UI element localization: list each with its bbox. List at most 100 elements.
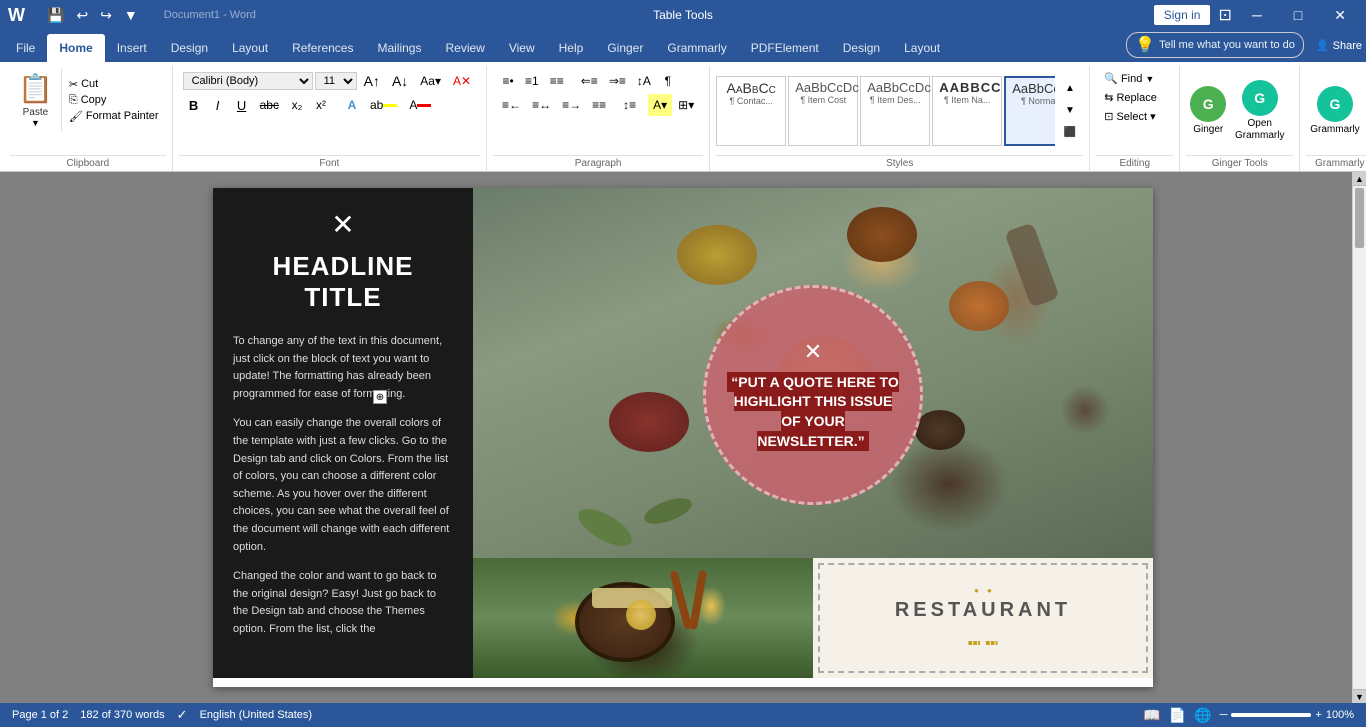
- scroll-down-arrow[interactable]: ▼: [1353, 689, 1366, 703]
- tab-insert[interactable]: Insert: [105, 34, 159, 62]
- multilevel-list-button[interactable]: ≡≡: [545, 70, 569, 92]
- paragraph-group-label[interactable]: Paragraph: [493, 155, 703, 171]
- format-painter-button[interactable]: 🖌 Format Painter: [66, 109, 162, 124]
- decrease-font-button[interactable]: A↓: [387, 70, 413, 92]
- replace-button[interactable]: ⇆ Replace: [1100, 89, 1161, 106]
- document-scroll-area[interactable]: ⊕ ✕ HEADLINE TITLE To change any of the …: [0, 172, 1366, 703]
- tab-view[interactable]: View: [497, 34, 547, 62]
- editing-group-label[interactable]: Editing: [1096, 155, 1173, 171]
- quote-text[interactable]: “PUT A QUOTE HERE TO HIGHLIGHT THIS ISSU…: [726, 373, 900, 451]
- superscript-button[interactable]: x²: [310, 94, 332, 116]
- tab-layout[interactable]: Layout: [220, 34, 280, 62]
- scroll-up-arrow[interactable]: ▲: [1353, 172, 1366, 186]
- restaurant-name[interactable]: RESTAURANT: [895, 599, 1071, 622]
- style-item-normal[interactable]: AaBbCcDc ¶ Normal: [1004, 76, 1055, 146]
- styles-scroll-up[interactable]: ▲: [1059, 78, 1081, 100]
- restore-ribbon-button[interactable]: ⊡: [1218, 5, 1231, 25]
- italic-button[interactable]: I: [207, 94, 229, 116]
- tab-home[interactable]: Home: [47, 34, 104, 62]
- underline-button[interactable]: U: [231, 94, 253, 116]
- tab-review[interactable]: Review: [433, 34, 496, 62]
- grammarly-icon[interactable]: G: [1317, 86, 1353, 122]
- decrease-indent-button[interactable]: ⇐≡: [576, 70, 603, 92]
- style-item-des[interactable]: AaBbCcDc ¶ Item Des...: [860, 76, 930, 146]
- ginger-icon[interactable]: G: [1190, 86, 1226, 122]
- zoom-out-button[interactable]: ─: [1220, 709, 1228, 721]
- font-family-select[interactable]: Calibri (Body): [183, 72, 313, 90]
- tab-mailings[interactable]: Mailings: [365, 34, 433, 62]
- bold-button[interactable]: B: [183, 94, 205, 116]
- proofing-icon[interactable]: ✓: [177, 707, 188, 723]
- style-item-name[interactable]: AABBCC ¶ Item Na...: [932, 76, 1002, 146]
- tell-me-box[interactable]: 💡 Tell me what you want to do: [1126, 32, 1304, 58]
- read-mode-icon[interactable]: 📖: [1143, 707, 1160, 724]
- change-case-button[interactable]: Aa▾: [415, 70, 446, 92]
- body-text-1[interactable]: To change any of the text in this docume…: [233, 333, 453, 403]
- align-left-button[interactable]: ≡←: [497, 94, 526, 116]
- table-move-handle[interactable]: ⊕: [373, 390, 387, 404]
- minimize-button[interactable]: ─: [1240, 3, 1274, 27]
- vertical-scrollbar[interactable]: ▲ ▼: [1352, 172, 1366, 703]
- styles-scroll-down[interactable]: ▼: [1059, 100, 1081, 122]
- font-size-select[interactable]: 11: [315, 72, 357, 90]
- tab-layout2[interactable]: Layout: [892, 34, 952, 62]
- tab-help[interactable]: Help: [547, 34, 596, 62]
- styles-group-label[interactable]: Styles: [716, 155, 1083, 171]
- align-right-button[interactable]: ≡→: [557, 94, 586, 116]
- paste-dropdown-arrow[interactable]: ▼: [31, 118, 40, 128]
- text-effects-button[interactable]: A: [341, 94, 363, 116]
- cut-button[interactable]: ✂ Cut: [66, 77, 162, 92]
- print-layout-icon[interactable]: 📄: [1169, 707, 1186, 724]
- tab-references[interactable]: References: [280, 34, 365, 62]
- font-color-button[interactable]: A: [404, 94, 436, 116]
- undo-button[interactable]: ↩: [72, 5, 92, 26]
- subscript-button[interactable]: x₂: [286, 94, 308, 116]
- tab-pdfelement[interactable]: PDFElement: [739, 34, 831, 62]
- style-item-contact[interactable]: AaBbCc ¶ Contac...: [716, 76, 786, 146]
- sort-button[interactable]: ↕A: [632, 70, 656, 92]
- copy-button[interactable]: ⎘ Copy: [66, 93, 162, 108]
- strikethrough-button[interactable]: abc: [255, 94, 284, 116]
- sign-in-button[interactable]: Sign in: [1154, 5, 1211, 25]
- web-layout-icon[interactable]: 🌐: [1194, 707, 1211, 724]
- select-button[interactable]: ⊡ Select ▾: [1100, 108, 1159, 125]
- paste-button[interactable]: 📋 Paste ▼: [10, 68, 62, 132]
- body-text-3[interactable]: Changed the color and want to go back to…: [233, 568, 453, 638]
- font-group-label[interactable]: Font: [179, 155, 480, 171]
- find-dropdown[interactable]: ▼: [1145, 74, 1154, 84]
- tab-ginger[interactable]: Ginger: [595, 34, 655, 62]
- line-spacing-button[interactable]: ↕≡: [618, 94, 641, 116]
- language[interactable]: English (United States): [200, 709, 313, 721]
- find-button[interactable]: 🔍 Find ▼: [1100, 70, 1158, 87]
- scroll-thumb[interactable]: [1355, 188, 1364, 248]
- bullets-button[interactable]: ≡•: [497, 70, 519, 92]
- style-item-cost[interactable]: AaBbCcDc ¶ Item Cost: [788, 76, 858, 146]
- open-grammarly-btn[interactable]: G Open Grammarly: [1230, 80, 1289, 142]
- body-text-2[interactable]: You can easily change the overall colors…: [233, 415, 453, 556]
- zoom-in-button[interactable]: +: [1315, 709, 1321, 721]
- ginger-group-label[interactable]: Ginger Tools: [1186, 155, 1293, 171]
- tab-design2[interactable]: Design: [831, 34, 892, 62]
- close-button[interactable]: ✕: [1322, 3, 1358, 28]
- shading-button[interactable]: A▾: [648, 94, 672, 116]
- save-button[interactable]: 💾: [43, 5, 68, 26]
- justify-button[interactable]: ≡≡: [587, 94, 611, 116]
- maximize-button[interactable]: □: [1282, 3, 1314, 27]
- share-button[interactable]: 👤 Share: [1316, 39, 1362, 52]
- styles-more-button[interactable]: ⬛: [1059, 122, 1081, 144]
- grammarly-group-label[interactable]: Grammarly: [1306, 155, 1366, 171]
- redo-button[interactable]: ↪: [96, 5, 116, 26]
- headline-title[interactable]: HEADLINE TITLE: [233, 251, 453, 313]
- clipboard-group-label[interactable]: Clipboard: [10, 155, 166, 171]
- borders-button[interactable]: ⊞▾: [673, 94, 699, 116]
- clear-formatting-button[interactable]: A✕: [448, 70, 476, 92]
- tab-design[interactable]: Design: [159, 34, 220, 62]
- increase-font-button[interactable]: A↑: [359, 70, 385, 92]
- tab-file[interactable]: File: [4, 34, 47, 62]
- increase-indent-button[interactable]: ⇒≡: [604, 70, 631, 92]
- zoom-slider[interactable]: [1231, 713, 1311, 717]
- show-formatting-button[interactable]: ¶: [657, 70, 679, 92]
- customize-qa-button[interactable]: ▼: [120, 5, 142, 25]
- align-center-button[interactable]: ≡↔: [527, 94, 556, 116]
- tab-grammarly[interactable]: Grammarly: [655, 34, 738, 62]
